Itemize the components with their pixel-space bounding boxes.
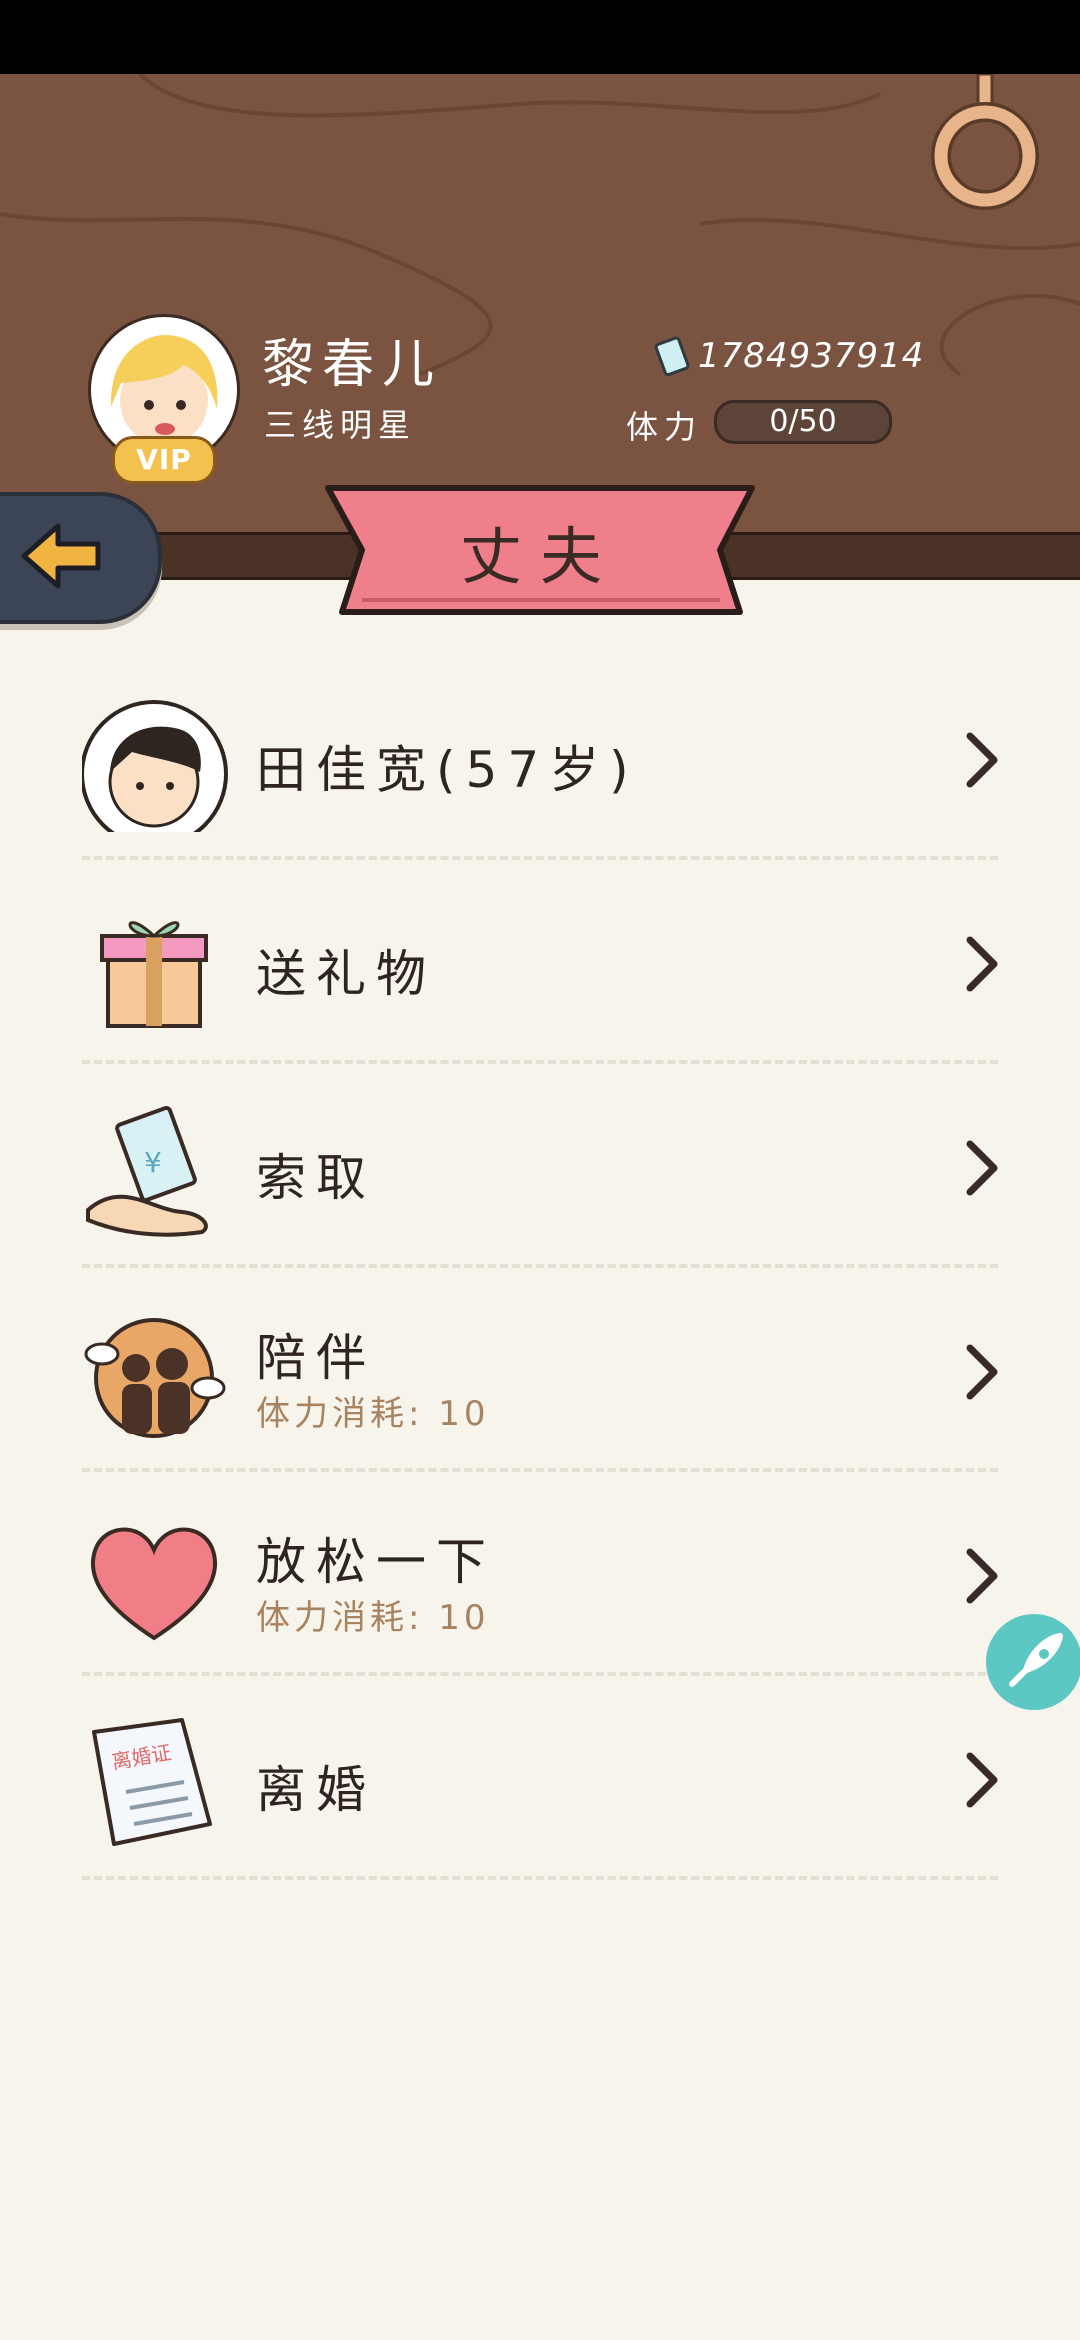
money-hand-icon: ¥ — [86, 1105, 208, 1237]
company-cost: 体力消耗: 10 — [256, 1394, 490, 1434]
husband-name-label: 田佳宽(57岁) — [256, 741, 639, 799]
list-item-company[interactable]: 陪伴 体力消耗: 10 — [82, 1268, 998, 1472]
chevron-right-icon — [966, 1548, 998, 1604]
list-item-husband[interactable]: 田佳宽(57岁) — [82, 656, 998, 860]
divorce-certificate-icon: 离婚证 — [92, 1718, 212, 1846]
settings-ring-icon[interactable] — [930, 74, 1040, 214]
couple-icon — [84, 1318, 226, 1438]
list-item-gift[interactable]: 送礼物 — [82, 860, 998, 1064]
request-label: 索取 — [256, 1149, 376, 1207]
company-label: 陪伴 — [256, 1329, 376, 1387]
vip-badge: VIP — [112, 436, 216, 484]
chevron-right-icon — [966, 1752, 998, 1808]
husband-avatar-icon — [82, 700, 228, 832]
floating-rocket-button[interactable] — [986, 1614, 1080, 1710]
player-title: 三线明星 — [264, 406, 417, 444]
stamina-bar: 0/50 — [714, 400, 892, 444]
row-divider — [82, 1876, 998, 1880]
list-item-request[interactable]: ¥ 索取 — [82, 1064, 998, 1268]
chevron-right-icon — [966, 1140, 998, 1196]
gift-icon — [100, 921, 208, 1028]
back-arrow-icon — [21, 523, 101, 589]
chevron-right-icon — [966, 732, 998, 788]
heart-icon — [90, 1527, 218, 1641]
list-item-relax[interactable]: 放松一下 体力消耗: 10 — [82, 1472, 998, 1676]
chevron-right-icon — [966, 936, 998, 992]
divorce-label: 离婚 — [256, 1761, 376, 1819]
chevron-right-icon — [966, 1344, 998, 1400]
relax-cost: 体力消耗: 10 — [256, 1598, 490, 1638]
gift-label: 送礼物 — [256, 945, 436, 1003]
stamina-label: 体力 — [626, 408, 703, 446]
relax-label: 放松一下 — [256, 1533, 496, 1591]
status-bar — [0, 0, 1080, 74]
rocket-icon — [1009, 1633, 1063, 1687]
player-name: 黎春儿 — [262, 335, 443, 395]
svg-text:¥: ¥ — [144, 1146, 162, 1179]
banknote-icon — [654, 336, 690, 376]
list-item-divorce[interactable]: 离婚证 离婚 — [82, 1676, 998, 1880]
back-button[interactable] — [0, 492, 162, 624]
banner-title: 丈夫 — [459, 520, 620, 593]
money-counter: 1784937914 — [698, 336, 925, 376]
